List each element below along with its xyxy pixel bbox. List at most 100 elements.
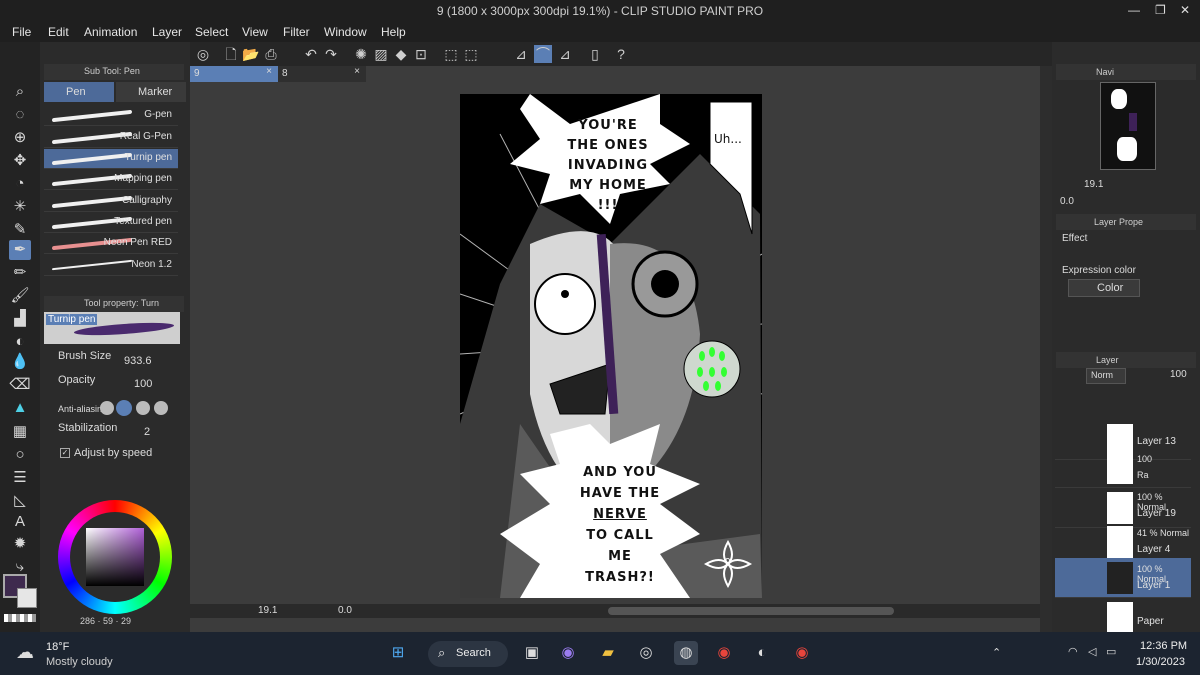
magic-wand-icon[interactable]: ✳ bbox=[9, 197, 31, 217]
minimize-button[interactable]: — bbox=[1128, 3, 1140, 17]
clock-time[interactable]: 12:36 PM bbox=[1140, 640, 1187, 652]
layer-row-selected[interactable]: 100 % Normal Layer 1 bbox=[1055, 558, 1191, 598]
navigator-thumbnail[interactable] bbox=[1100, 82, 1156, 170]
frame-icon[interactable]: ☰ bbox=[9, 468, 31, 488]
opacity-value[interactable]: 100 bbox=[134, 378, 152, 390]
start-icon[interactable]: ⊞ bbox=[386, 641, 410, 665]
move-tool-icon[interactable]: ◌ bbox=[9, 105, 31, 125]
adjust-checkbox[interactable]: ✓ bbox=[60, 448, 70, 458]
redo-icon[interactable]: ↷ bbox=[322, 45, 340, 63]
lasso-icon[interactable]: ◔ bbox=[9, 174, 31, 194]
sub-color-swatch[interactable] bbox=[17, 588, 37, 608]
chrome-profile-icon[interactable]: ◉ bbox=[790, 641, 814, 665]
blend-tool-icon[interactable]: ◐ bbox=[9, 332, 31, 352]
close-tab-9[interactable]: × bbox=[266, 66, 272, 77]
undo-icon[interactable]: ↶ bbox=[302, 45, 320, 63]
subtool-neon-pen-red[interactable]: Neon Pen RED bbox=[44, 234, 178, 254]
tab-9[interactable]: 9 × bbox=[190, 66, 278, 82]
menu-edit[interactable]: Edit bbox=[48, 25, 69, 39]
eyedropper-icon[interactable]: ✎ bbox=[9, 220, 31, 240]
pen-tool-icon[interactable]: ✒ bbox=[9, 240, 31, 260]
balloon-icon[interactable]: ✹ bbox=[9, 534, 31, 554]
brush-tool-icon[interactable]: 🖌 bbox=[9, 286, 31, 306]
new-file-icon[interactable]: 🗋 bbox=[222, 45, 240, 63]
text-tool-icon[interactable]: A bbox=[9, 512, 31, 532]
angle-readout[interactable]: 0.0 bbox=[338, 605, 352, 616]
obs-icon[interactable]: ◐ bbox=[750, 641, 774, 665]
device-icon[interactable]: ▯ bbox=[586, 45, 604, 63]
search-box[interactable]: ⌕ Search bbox=[428, 641, 508, 667]
chrome-icon[interactable]: ◉ bbox=[712, 641, 736, 665]
gradient-icon[interactable]: ▦ bbox=[9, 422, 31, 442]
clear-icon[interactable]: ▨ bbox=[372, 45, 390, 63]
navigator-zoom[interactable]: 19.1 bbox=[1084, 179, 1103, 190]
tab-marker[interactable]: Marker bbox=[116, 82, 186, 102]
weather-temp[interactable]: 18°F bbox=[46, 641, 69, 653]
comic-page[interactable]: YOU'RE THE ONES INVADING MY HOME !!! Uh.… bbox=[460, 94, 762, 598]
restore-button[interactable]: ❐ bbox=[1155, 3, 1166, 17]
file-explorer-icon[interactable]: ▰ bbox=[596, 641, 620, 665]
close-tab-8[interactable]: × bbox=[354, 66, 360, 77]
zoom-readout[interactable]: 19.1 bbox=[258, 605, 277, 616]
clock-date[interactable]: 1/30/2023 bbox=[1136, 656, 1185, 668]
task-view-icon[interactable]: ▣ bbox=[520, 641, 544, 665]
expression-color-dropdown[interactable]: Color bbox=[1068, 279, 1140, 297]
layer-opacity-value[interactable]: 100 bbox=[1170, 369, 1187, 380]
menu-layer[interactable]: Layer bbox=[152, 25, 182, 39]
airbrush-icon[interactable]: ▟ bbox=[9, 309, 31, 329]
subtool-mapping-pen[interactable]: Mapping pen bbox=[44, 170, 178, 190]
menu-window[interactable]: Window bbox=[324, 25, 367, 39]
tab-pen[interactable]: Pen bbox=[44, 82, 114, 102]
zoom-tool-icon[interactable]: ⌕ bbox=[9, 82, 31, 102]
transform-icon[interactable]: ⊡ bbox=[412, 45, 430, 63]
fill-icon[interactable]: ◆ bbox=[392, 45, 410, 63]
menu-select[interactable]: Select bbox=[195, 25, 228, 39]
antialias-options[interactable] bbox=[96, 399, 172, 417]
eraser-icon[interactable]: ⌫ bbox=[9, 375, 31, 395]
chat-icon[interactable]: ◉ bbox=[556, 641, 580, 665]
subtool-textured-pen[interactable]: Textured pen bbox=[44, 213, 178, 233]
horizontal-scrollbar[interactable] bbox=[608, 607, 894, 615]
invert-selection-icon[interactable]: ⬚ bbox=[462, 45, 480, 63]
ruler-icon[interactable]: ⊿ bbox=[512, 45, 530, 63]
figure-icon[interactable]: ○ bbox=[9, 445, 31, 465]
weather-desc[interactable]: Mostly cloudy bbox=[46, 656, 113, 668]
subtool-gpen[interactable]: G-pen bbox=[44, 106, 178, 126]
subtool-real-gpen[interactable]: Real G-Pen bbox=[44, 128, 178, 148]
layer-row[interactable]: 41 % Normal Layer 4 bbox=[1055, 522, 1191, 562]
tab-8[interactable]: 8 × bbox=[278, 66, 366, 82]
navigator-angle[interactable]: 0.0 bbox=[1060, 196, 1074, 207]
save-icon[interactable]: ⎙ bbox=[262, 45, 280, 63]
menu-file[interactable]: File bbox=[12, 25, 31, 39]
open-file-icon[interactable]: 📂 bbox=[242, 45, 260, 63]
stabilization-value[interactable]: 2 bbox=[144, 426, 150, 438]
clip-studio-icon[interactable]: ◎ bbox=[194, 45, 212, 63]
color-wheel[interactable] bbox=[58, 500, 172, 614]
menu-help[interactable]: Help bbox=[381, 25, 406, 39]
deselect-icon[interactable]: ⬚ bbox=[442, 45, 460, 63]
ruler-tool-icon[interactable]: ◺ bbox=[9, 491, 31, 511]
layer-row[interactable]: 100 Ra bbox=[1055, 448, 1191, 488]
transparent-swatch[interactable] bbox=[4, 614, 36, 622]
battery-icon[interactable]: ▭ bbox=[1106, 645, 1116, 658]
layer-move-icon[interactable]: ✥ bbox=[9, 151, 31, 171]
subtool-turnip-pen[interactable]: Turnip pen bbox=[44, 149, 178, 169]
loading-icon[interactable]: ✺ bbox=[352, 45, 370, 63]
weather-icon[interactable]: ☁ bbox=[16, 642, 34, 663]
snap-ruler-icon[interactable]: ⌒ bbox=[534, 45, 552, 63]
volume-icon[interactable]: ◁ bbox=[1088, 645, 1096, 658]
clip-studio-app-icon[interactable]: ◎ bbox=[634, 641, 658, 665]
chevron-up-icon[interactable]: ⌃ bbox=[992, 646, 1001, 659]
blend-mode-dropdown[interactable]: Norm bbox=[1086, 368, 1126, 384]
operation-tool-icon[interactable]: ⊕ bbox=[9, 128, 31, 148]
help-icon[interactable]: ? bbox=[612, 45, 630, 63]
fill-bucket-icon[interactable]: ▲ bbox=[9, 398, 31, 418]
subtool-calligraphy[interactable]: Calligraphy bbox=[44, 192, 178, 212]
color-square[interactable] bbox=[86, 528, 144, 586]
water-drop-icon[interactable]: 💧 bbox=[9, 352, 31, 372]
close-button[interactable]: ✕ bbox=[1180, 3, 1190, 17]
menu-filter[interactable]: Filter bbox=[283, 25, 310, 39]
brush-size-value[interactable]: 933.6 bbox=[124, 355, 152, 367]
pencil-tool-icon[interactable]: ✏ bbox=[9, 263, 31, 283]
menu-animation[interactable]: Animation bbox=[84, 25, 137, 39]
